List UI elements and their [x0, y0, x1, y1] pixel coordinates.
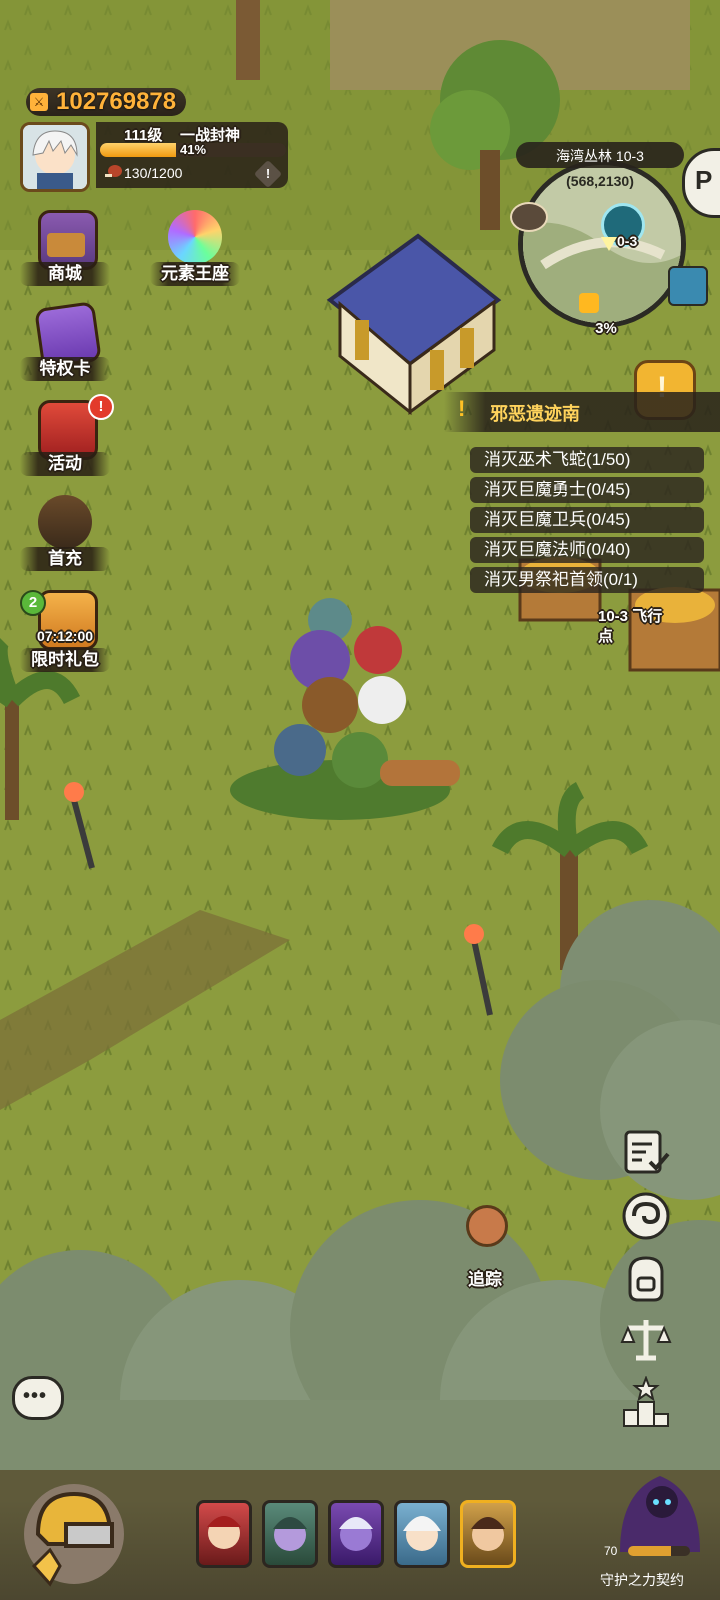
event-label: 活动 — [20, 452, 110, 476]
map-player-marker-icon — [601, 237, 617, 251]
quest-task[interactable]: 消灭巨魔勇士(0/45) — [470, 477, 704, 503]
avatar-portrait-icon — [23, 125, 87, 189]
power-icon: ⚔ — [30, 93, 48, 111]
guardian-progress-bar — [628, 1546, 690, 1556]
quest-alert-icon: ! — [458, 396, 466, 421]
gift-badge: 2 — [20, 590, 46, 616]
map-quest-marker-icon — [579, 293, 599, 313]
p-icon: P — [695, 165, 713, 195]
map-coords: (568,2130) — [566, 173, 634, 189]
hero-slot-1[interactable] — [196, 1500, 252, 1568]
report-icon[interactable] — [620, 1128, 672, 1180]
guardian-label: 守护之力契约 — [600, 1572, 684, 1588]
stamina-add-button[interactable]: ! — [253, 159, 283, 189]
first-recharge-button[interactable]: 首充 — [20, 495, 110, 575]
shop-label: 商城 — [20, 262, 110, 286]
guardian-portrait-icon — [620, 1476, 700, 1552]
shop-icon — [38, 210, 98, 270]
bag-icon[interactable] — [620, 1252, 672, 1304]
chat-button[interactable]: ••• — [12, 1376, 64, 1420]
hero-slot-5[interactable] — [460, 1500, 516, 1568]
map-progress: 3% — [595, 320, 617, 337]
guardian-progress-fill — [628, 1546, 672, 1556]
hero-slot-4[interactable] — [394, 1500, 450, 1568]
first-recharge-label: 首充 — [20, 547, 110, 571]
hero-slot-2[interactable] — [262, 1500, 318, 1568]
element-throne-button[interactable]: 元素王座 — [150, 210, 240, 290]
map-title: 海湾丛林 10-3 — [556, 148, 644, 164]
quest-task[interactable]: 消灭巨魔法师(0/40) — [470, 537, 704, 563]
shop-button[interactable]: 商城 — [20, 210, 110, 290]
chat-icon: ••• — [23, 1385, 48, 1407]
hero-portrait-icon — [403, 1516, 441, 1551]
helmet-icon — [24, 1484, 124, 1587]
stamina-value: 130/1200 — [124, 165, 183, 181]
quest-task[interactable]: 消灭巨魔卫兵(0/45) — [470, 507, 704, 533]
flight-point-label[interactable]: 10-3 飞行点 — [598, 607, 674, 647]
avatar[interactable] — [20, 122, 90, 192]
event-badge-icon: ! — [88, 394, 114, 420]
meat-icon — [105, 165, 122, 177]
limited-gift-button[interactable]: 2 07:12:00 限时礼包 — [20, 590, 110, 680]
hero-portrait-icon — [207, 1516, 241, 1549]
quest-task[interactable]: 消灭巫术飞蛇(1/50) — [470, 447, 704, 473]
track-icon — [466, 1205, 508, 1247]
power-display: 102769878 — [26, 88, 187, 116]
hero-portrait-icon — [273, 1517, 307, 1551]
privilege-card-label: 特权卡 — [20, 357, 110, 381]
limited-gift-label: 限时礼包 — [20, 648, 110, 672]
track-button[interactable]: 追踪 — [450, 1205, 520, 1289]
chest-icon[interactable] — [668, 266, 708, 306]
swirl-icon[interactable] — [620, 1190, 672, 1242]
mail-icon[interactable] — [510, 202, 548, 232]
battle-helmet-button[interactable] — [14, 1474, 134, 1594]
first-recharge-icon — [38, 495, 92, 549]
privilege-card-button[interactable]: 特权卡 — [20, 301, 110, 385]
event-button[interactable]: ! 活动 — [20, 394, 114, 480]
element-throne-icon — [168, 210, 222, 264]
quest-task[interactable]: 消灭男祭祀首领(0/1) — [470, 567, 704, 593]
element-throne-label: 元素王座 — [150, 262, 240, 286]
quest-header[interactable] — [444, 392, 720, 432]
map-stage-label: 0-3 — [617, 233, 638, 249]
guardian-level: 70 — [604, 1544, 618, 1558]
power-value: 102769878 — [56, 88, 177, 115]
scale-icon[interactable] — [620, 1314, 672, 1366]
hero-portrait-icon — [339, 1517, 373, 1551]
hero-portrait-icon — [471, 1517, 505, 1551]
ranking-icon[interactable] — [620, 1376, 672, 1428]
hero-slot-3[interactable] — [328, 1500, 384, 1568]
xp-percent: 41% — [179, 142, 207, 157]
track-label: 追踪 — [468, 1270, 502, 1289]
gift-timer: 07:12:00 — [36, 628, 94, 644]
quest-name: 邪恶遗迹南 — [490, 404, 580, 424]
